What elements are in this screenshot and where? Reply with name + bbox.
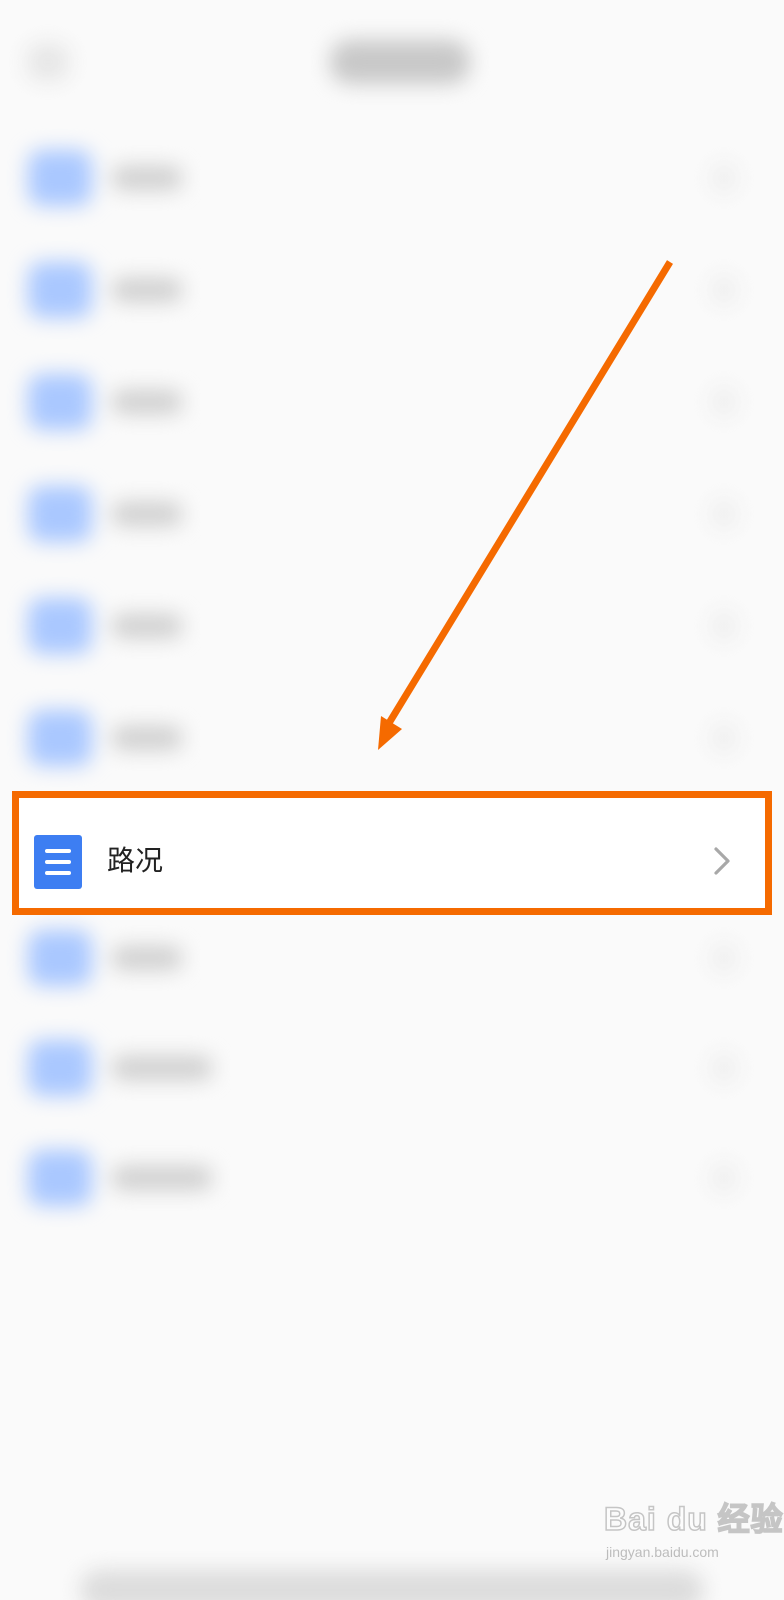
list-item-blurred[interactable] — [0, 1120, 784, 1232]
list-item-traffic[interactable]: 路况 — [14, 793, 768, 913]
back-button-blurred[interactable] — [28, 44, 68, 80]
list-item-blurred[interactable] — [0, 456, 784, 568]
list-item-blurred[interactable] — [0, 120, 784, 232]
chevron-right-icon — [714, 847, 730, 875]
page-title-blurred — [330, 40, 470, 84]
list-item-blurred[interactable] — [0, 680, 784, 792]
list-item-blurred[interactable] — [0, 900, 784, 1012]
baidu-jingyan-watermark: Bai du 经验 jingyan.baidu.com — [600, 1488, 783, 1578]
watermark-url: jingyan.baidu.com — [606, 1544, 719, 1560]
screen: 路况 Bai du 经验 jingyan.baidu.com — [0, 0, 784, 1600]
list-icon — [34, 835, 82, 889]
watermark-brand: Bai du 经验 — [603, 1500, 784, 1538]
list-item-blurred[interactable] — [0, 344, 784, 456]
list-item-blurred[interactable] — [0, 1010, 784, 1122]
list-item-label: 路况 — [107, 844, 164, 877]
list-item-blurred[interactable] — [0, 568, 784, 680]
list-item-blurred[interactable] — [0, 232, 784, 344]
